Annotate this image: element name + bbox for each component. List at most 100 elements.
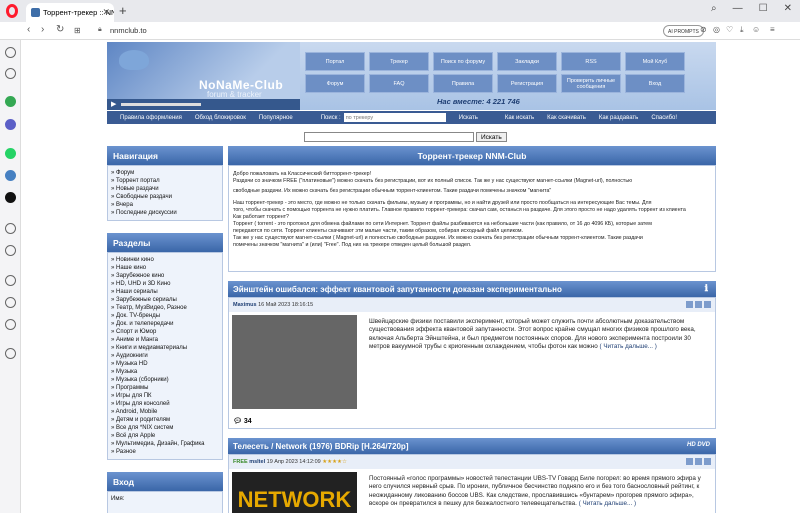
section-item[interactable]: » HD, UHD и 3D Кино [111,280,219,288]
site-search-button[interactable]: Искать [476,132,507,142]
back-icon[interactable]: ‹ [27,24,30,35]
info-icon[interactable]: ℹ [705,283,708,294]
news-image-einstein[interactable] [232,315,357,409]
new-tab-icon[interactable]: + [119,3,127,18]
forward-icon[interactable]: › [41,24,44,35]
link-popular[interactable]: Популярное [259,115,293,121]
section-item[interactable]: » Док. TV-бренды [111,312,219,320]
heart-icon[interactable]: ♡ [726,25,733,34]
section-item[interactable]: » Аудиокниги [111,352,219,360]
section-item[interactable]: » Детям и родителям [111,416,219,424]
menu-rules[interactable]: Правила [433,74,493,93]
menu-tracker[interactable]: Трекер [369,52,429,71]
link-thanks[interactable]: Спасибо! [651,115,677,121]
section-item[interactable]: » Игры для ПК [111,392,219,400]
menu-register[interactable]: Регистрация [497,74,557,93]
menu-faq[interactable]: FAQ [369,74,429,93]
menu-my-club[interactable]: Мой Клуб [625,52,685,71]
aria-icon[interactable] [5,68,16,79]
browser-tab[interactable]: Торрент-трекер :: NNM-Cl ✕ [26,3,114,22]
link-how-search[interactable]: Как искать [505,115,534,121]
section-item[interactable]: » Android, Mobile [111,408,219,416]
menu-messages[interactable]: Проверить личные сообщения [561,74,621,93]
share-icon[interactable] [704,458,711,465]
opera-logo-icon[interactable] [6,4,18,18]
messenger-icon[interactable] [5,96,16,107]
tracker-search-button[interactable]: Искать [459,115,478,121]
nav-item[interactable]: » Последние дискуссии [111,209,219,217]
section-item[interactable]: » Театр, МузВидео, Разное [111,304,219,312]
menu-login[interactable]: Вход [625,74,685,93]
section-item[interactable]: » Зарубежные сериалы [111,296,219,304]
news-image-network[interactable]: NETWORK [232,472,357,513]
whatsapp-icon[interactable] [5,148,16,159]
chatgpt-icon[interactable] [5,119,16,130]
share-icon[interactable] [704,301,711,308]
nav-item[interactable]: » Свободные раздачи [111,193,219,201]
search-tabs-icon[interactable]: ⌕ [711,3,717,14]
tiktok-icon[interactable] [5,192,16,203]
menu-rss[interactable]: RSS [561,52,621,71]
nav-item[interactable]: » Торрент портал [111,177,219,185]
link-how-seed[interactable]: Как раздавать [599,115,638,121]
ai-prompts-button[interactable]: AI PROMPTS [663,25,704,37]
section-item[interactable]: » Новинки кино [111,256,219,264]
share-icon[interactable] [695,301,702,308]
player-progress[interactable] [121,103,201,106]
section-item[interactable]: » Музыка HD [111,360,219,368]
section-item[interactable]: » Док. и телепередачи [111,320,219,328]
link-bypass[interactable]: Обход блокировок [195,115,246,121]
section-item[interactable]: » Наши сериалы [111,288,219,296]
share-icon[interactable] [686,301,693,308]
nav-item[interactable]: » Вчера [111,201,219,209]
section-item[interactable]: » Аниме и Манга [111,336,219,344]
share-icon[interactable] [695,458,702,465]
home-icon[interactable] [5,47,16,58]
lock-icon[interactable]: 🔒︎ [98,26,102,34]
tracker-search-input[interactable] [343,113,446,122]
maximize-icon[interactable]: ☐ [759,3,768,14]
section-item[interactable]: » Разное [111,448,219,456]
url-field[interactable]: nnmclub.to [110,26,147,35]
profile-icon[interactable]: ☺ [752,25,760,34]
menu-portal[interactable]: Портал [305,52,365,71]
news-author[interactable]: Maximus [233,302,257,308]
download-icon[interactable]: ⤓ [740,25,744,35]
section-item[interactable]: » Мультимедиа, Дизайн, Графика [111,440,219,448]
menu-icon[interactable]: ≡ [770,25,775,34]
news-author[interactable]: msltel [249,459,265,465]
section-item[interactable]: » Спорт и Юмор [111,328,219,336]
section-item[interactable]: » Наше кино [111,264,219,272]
section-item[interactable]: » Программы [111,384,219,392]
minimize-icon[interactable]: — [733,3,743,14]
nav-item[interactable]: » Форум [111,169,219,177]
news-title[interactable]: Эйнштейн ошибался: эффект квантовой запу… [228,281,716,297]
favorites-icon[interactable] [5,275,16,286]
player-icon[interactable] [5,223,16,234]
history-icon[interactable] [5,245,16,256]
section-item[interactable]: » Всё для Apple [111,432,219,440]
section-item[interactable]: » Музыка [111,368,219,376]
menu-bookmarks[interactable]: Закладки [497,52,557,71]
clock-icon[interactable] [5,297,16,308]
menu-forum-search[interactable]: Поиск по форуму [433,52,493,71]
play-icon[interactable]: ▶ [111,100,116,108]
section-item[interactable]: » Музыка (сборники) [111,376,219,384]
nav-item[interactable]: » Новые раздачи [111,185,219,193]
vk-icon[interactable] [5,170,16,181]
share-icon[interactable] [686,458,693,465]
news-title[interactable]: Телесеть / Network (1976) BDRip [H.264/7… [228,438,716,454]
read-more-link[interactable]: ( Читать дальше... ) [599,343,656,350]
location-icon[interactable] [5,348,16,359]
news-title-text[interactable]: Телесеть / Network (1976) BDRip [H.264/7… [233,442,408,451]
settings-icon[interactable] [5,319,16,330]
tabs-grid-icon[interactable]: ⊞ [74,26,81,35]
comment-count[interactable]: 💬︎ 34 [233,417,252,425]
tab-close-icon[interactable]: ✕ [102,7,110,18]
site-logo[interactable]: NoNaMe-Club forum & tracker ▶ [107,42,300,110]
read-more-link[interactable]: ( Читать дальше... ) [579,500,636,507]
link-rules-format[interactable]: Правила оформления [120,115,182,121]
camera-icon[interactable]: ◎ [713,25,720,34]
section-item[interactable]: » Все для *NIX систем [111,424,219,432]
menu-forum[interactable]: Форум [305,74,365,93]
